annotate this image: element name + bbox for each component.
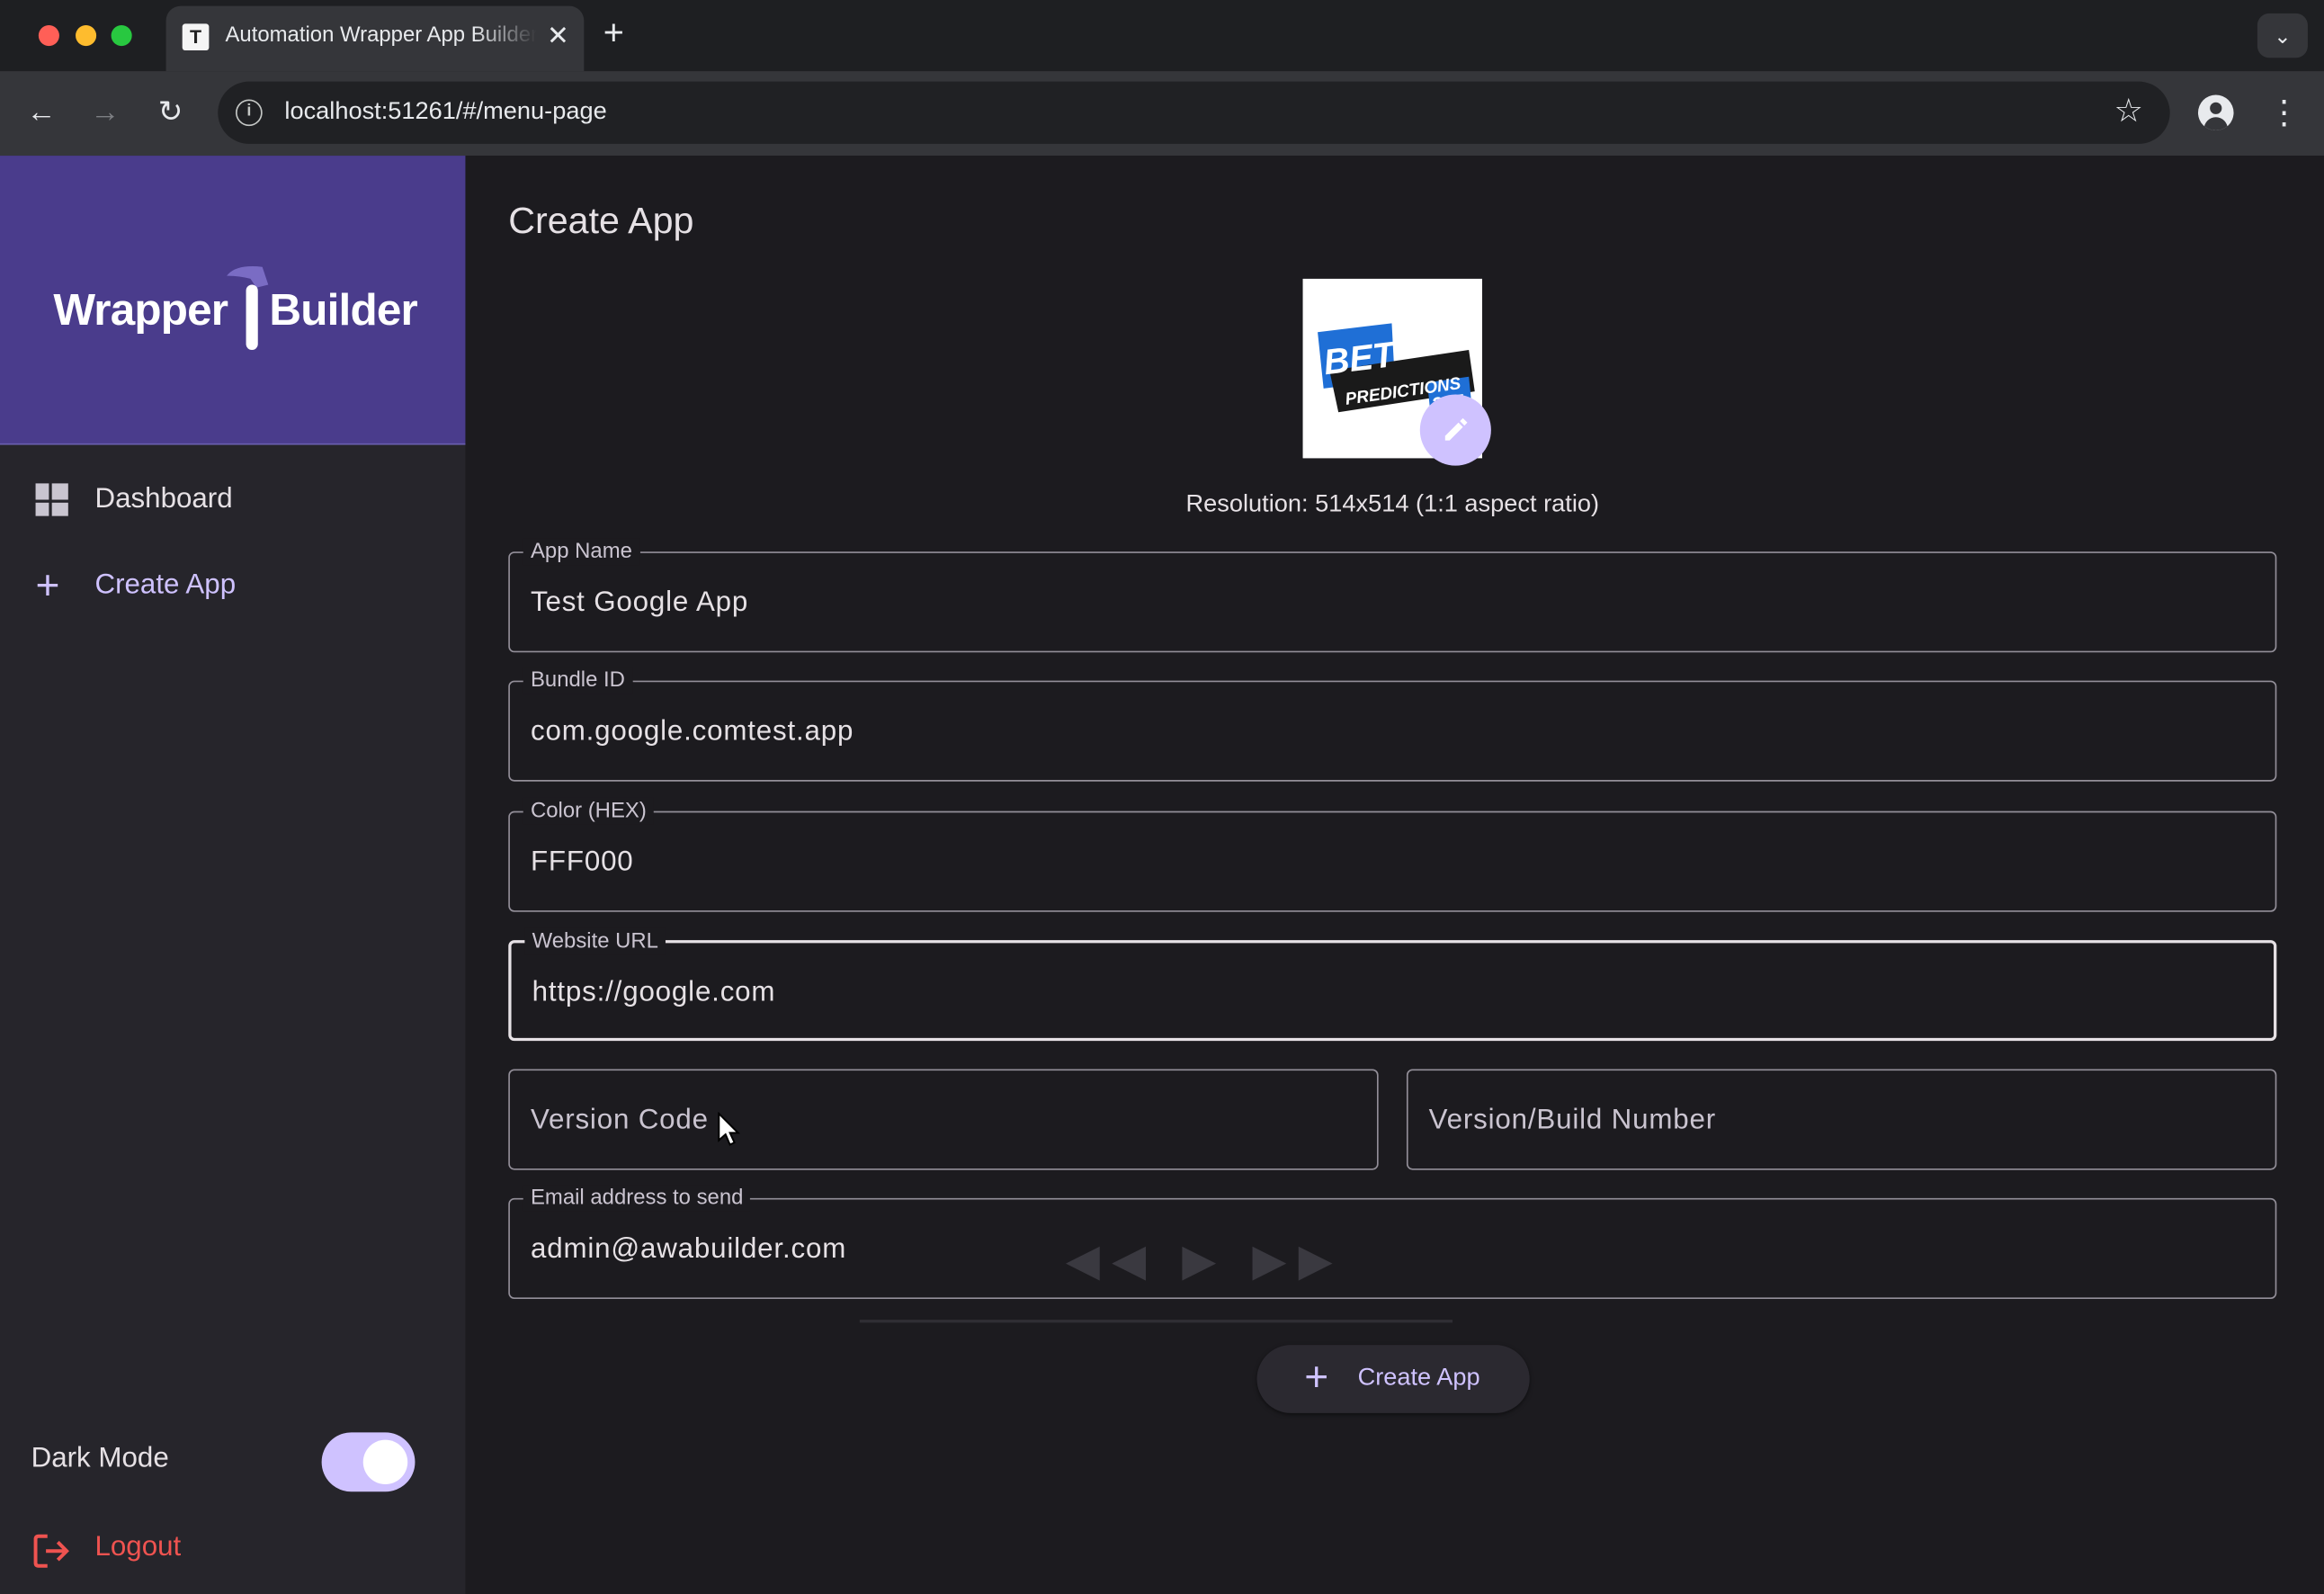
create-app-button[interactable]: + Create App (1256, 1345, 1530, 1413)
field-placeholder[interactable]: Version Code (531, 1105, 709, 1137)
forward-arrow-icon[interactable]: → (85, 92, 126, 133)
reload-icon[interactable]: ↻ (149, 92, 191, 133)
version-build-number-field[interactable]: Version/Build Number (1406, 1069, 2277, 1170)
edit-logo-button[interactable] (1419, 394, 1491, 466)
star-icon[interactable]: ☆ (2114, 92, 2143, 130)
field-value[interactable]: com.google.comtest.app (531, 716, 854, 748)
screen: T Automation Wrapper App Builder ✕ + ⌄ ←… (0, 0, 2324, 1594)
chevron-down-icon[interactable]: ⌄ (2257, 13, 2308, 58)
plus-icon: + (35, 561, 60, 608)
profile-icon[interactable] (2197, 94, 2234, 131)
tab-title: Automation Wrapper App Builder (225, 23, 537, 48)
brand-left: Wrapper (53, 286, 228, 336)
field-label: Email address to send (523, 1185, 751, 1212)
browser-toolbar: ← → ↻ i localhost:51261/#/menu-page ☆ ⋮ (0, 71, 2324, 157)
logout-icon (33, 1534, 69, 1568)
toggle-knob (362, 1439, 408, 1485)
tab-favicon-icon: T (182, 23, 210, 51)
bundle-id-field[interactable]: Bundle ID com.google.comtest.app (508, 667, 2277, 782)
plus-icon[interactable]: + (603, 14, 624, 53)
field-label: App Name (523, 538, 640, 566)
sidebar-item-dashboard[interactable]: Dashboard (0, 462, 465, 540)
window-minimize-button[interactable] (76, 25, 97, 47)
color-hex-field[interactable]: Color (HEX) FFF000 (508, 797, 2277, 912)
email-field[interactable]: Email address to send admin@awabuilder.c… (508, 1185, 2277, 1299)
dark-mode-toggle[interactable] (321, 1432, 416, 1492)
logout-button[interactable]: Logout (0, 1521, 465, 1587)
sidebar: Wrapper Builder Dashboard + Create App Da… (0, 156, 466, 1594)
field-label: Color (HEX) (523, 797, 655, 825)
brand-header: Wrapper Builder (0, 156, 466, 445)
main-content: Create App BET PREDICTIONS 365 Resolutio… (465, 156, 2324, 1594)
faded-media-scrubber (859, 1320, 1453, 1323)
logout-label: Logout (94, 1531, 182, 1563)
mouse-cursor-icon (718, 1112, 741, 1146)
kebab-menu-icon[interactable]: ⋮ (2267, 92, 2300, 133)
resolution-text: Resolution: 514x514 (1:1 aspect ratio) (1185, 490, 1600, 518)
app-name-field[interactable]: App Name Test Google App (508, 538, 2277, 653)
sidebar-item-create-app[interactable]: + Create App (0, 549, 465, 626)
sidebar-item-label: Create App (94, 569, 237, 601)
field-value[interactable]: FFF000 (531, 846, 634, 879)
info-icon[interactable]: i (236, 99, 263, 127)
field-label: Bundle ID (523, 667, 633, 694)
field-value[interactable]: admin@awabuilder.com (531, 1233, 846, 1266)
window-zoom-button[interactable] (111, 25, 132, 47)
version-code-field[interactable]: Version Code (508, 1069, 1379, 1170)
sidebar-item-label: Dashboard (94, 483, 233, 515)
window-close-button[interactable] (38, 25, 59, 47)
brand-logo: Wrapper Builder (53, 286, 417, 336)
browser-tab[interactable]: T Automation Wrapper App Builder ✕ (165, 5, 585, 72)
dashboard-icon (35, 483, 68, 516)
brand-right: Builder (269, 286, 417, 336)
tab-bar: T Automation Wrapper App Builder ✕ + ⌄ (0, 0, 2324, 72)
field-value[interactable]: Test Google App (531, 587, 748, 620)
field-placeholder[interactable]: Version/Build Number (1429, 1105, 1716, 1137)
back-arrow-icon[interactable]: ← (21, 92, 62, 133)
address-url[interactable]: localhost:51261/#/menu-page (284, 98, 606, 126)
dark-mode-label: Dark Mode (31, 1442, 169, 1474)
field-value[interactable]: https://google.com (532, 977, 776, 1009)
page-title: Create App (508, 200, 694, 242)
pencil-icon (1444, 417, 1468, 441)
field-label: Website URL (524, 927, 666, 955)
address-bar[interactable]: i localhost:51261/#/menu-page ☆ (218, 81, 2170, 144)
plus-icon: + (1304, 1353, 1329, 1401)
close-icon[interactable]: ✕ (547, 21, 569, 50)
website-url-field[interactable]: Website URL https://google.com (508, 927, 2277, 1042)
create-app-label: Create App (1357, 1364, 1480, 1392)
